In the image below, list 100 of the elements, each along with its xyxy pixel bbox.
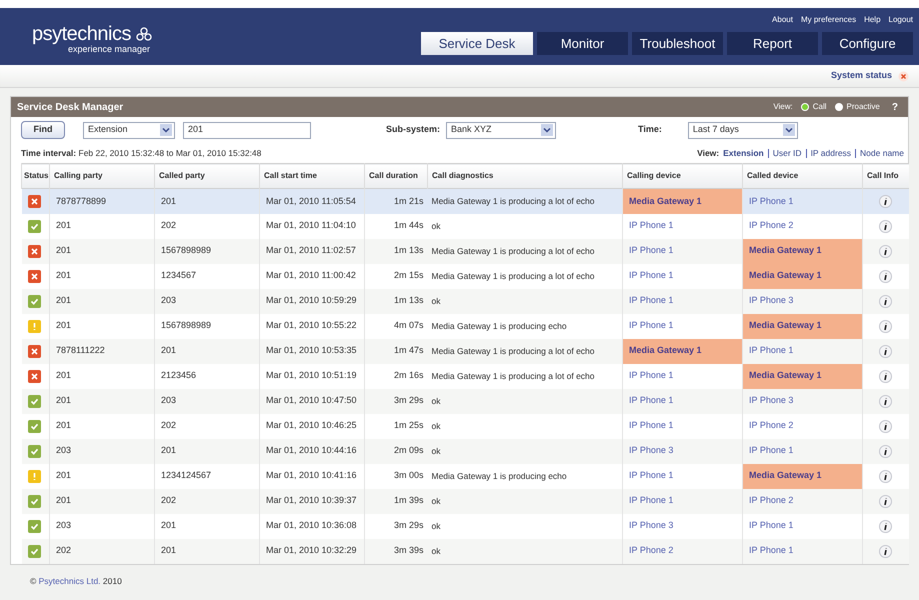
table-cell: 201 (50, 238, 154, 264)
table-cell[interactable]: IP Phone 2 (742, 414, 862, 438)
info-icon[interactable] (879, 394, 892, 408)
table-cell[interactable]: Media Gateway 1 (742, 464, 862, 488)
info-icon[interactable] (879, 470, 892, 482)
view-label: View: (697, 146, 720, 160)
table-cell[interactable]: IP Phone 1 (622, 314, 742, 338)
table-cell[interactable]: IP Phone 1 (742, 338, 862, 364)
info-icon[interactable] (879, 194, 892, 208)
table-cell: Mar 01, 2010 11:00:42 (260, 264, 364, 288)
table-cell[interactable]: IP Phone 1 (622, 364, 742, 388)
table-cell: 2m 15s (364, 264, 428, 288)
table-cell: 1m 13s (364, 238, 428, 264)
nav-tab[interactable]: Troubleshoot (632, 32, 723, 55)
view-radio[interactable]: Call (800, 101, 827, 113)
table-cell: Mar 01, 2010 10:39:37 (260, 488, 364, 514)
table-cell[interactable]: IP Phone 3 (622, 438, 742, 464)
company-link[interactable]: Psytechnics Ltd. (38, 576, 101, 586)
info-icon[interactable] (879, 220, 892, 232)
table-cell[interactable]: Media Gateway 1 (622, 338, 742, 364)
view-link[interactable]: IP address (810, 146, 852, 160)
info-icon[interactable] (879, 344, 892, 358)
table-cell[interactable]: IP Phone 1 (622, 288, 742, 314)
table-cell: 202 (154, 414, 260, 438)
info-icon[interactable] (879, 270, 892, 282)
system-status-link[interactable]: System status (830, 69, 892, 83)
table-cell: Media Gateway 1 is producing a lot of echo (428, 338, 622, 364)
table-cell[interactable]: IP Phone 1 (622, 238, 742, 264)
table-cell[interactable]: Media Gateway 1 (742, 238, 862, 264)
info-icon[interactable] (879, 320, 892, 332)
table-cell: Mar 01, 2010 10:53:35 (260, 338, 364, 364)
table-cell: 202 (154, 214, 260, 238)
table-cell: 201 (154, 338, 260, 364)
subsystem-select[interactable]: Bank XYZ (446, 122, 556, 138)
table-cell[interactable]: IP Phone 1 (742, 538, 862, 564)
info-icon[interactable] (879, 544, 892, 558)
table-cell[interactable]: Media Gateway 1 (622, 188, 742, 214)
find-button[interactable]: Find (21, 121, 65, 139)
info-icon[interactable] (879, 494, 892, 508)
close-icon[interactable] (898, 70, 909, 82)
table-cell[interactable]: Media Gateway 1 (742, 314, 862, 338)
table-cell[interactable]: IP Phone 1 (622, 488, 742, 514)
table-cell: 1567898989 (154, 314, 260, 338)
info-icon[interactable] (879, 294, 892, 308)
table-cell: 4m 07s (364, 314, 428, 338)
nav-tab[interactable]: Service Desk (421, 32, 533, 55)
table-cell: 201 (50, 288, 154, 314)
table-cell: ok (428, 514, 622, 538)
view-radio[interactable]: Proactive (834, 101, 880, 113)
view-link[interactable]: Node name (860, 146, 904, 160)
table-cell: Mar 01, 2010 11:05:54 (260, 188, 364, 214)
info-icon[interactable] (879, 370, 892, 382)
nav-tab[interactable]: Monitor (537, 32, 628, 55)
header-link[interactable]: Logout (888, 16, 913, 32)
table-cell: Media Gateway 1 is producing echo (428, 464, 622, 488)
view-link[interactable]: Extension (723, 146, 764, 160)
table-cell[interactable]: IP Phone 1 (622, 214, 742, 238)
search-type-select[interactable]: Extension (83, 122, 175, 138)
table-cell: 3m 00s (364, 464, 428, 488)
table-cell[interactable]: IP Phone 3 (742, 288, 862, 314)
table-cell[interactable]: IP Phone 1 (622, 264, 742, 288)
info-icon[interactable] (879, 520, 892, 532)
table-cell: 203 (50, 514, 154, 538)
table-cell[interactable]: IP Phone 2 (622, 538, 742, 564)
table-cell[interactable]: IP Phone 1 (622, 464, 742, 488)
table-cell: 1m 39s (364, 488, 428, 514)
table-cell: Mar 01, 2010 10:47:50 (260, 388, 364, 414)
table-cell[interactable]: IP Phone 1 (742, 188, 862, 214)
search-field[interactable]: 201 (183, 122, 311, 138)
table-cell[interactable]: Media Gateway 1 (742, 264, 862, 288)
table-cell[interactable]: IP Phone 1 (622, 414, 742, 438)
info-icon[interactable] (879, 444, 892, 458)
table-cell[interactable]: IP Phone 3 (742, 388, 862, 414)
info-icon[interactable] (879, 420, 892, 432)
table-cell[interactable]: Media Gateway 1 (742, 364, 862, 388)
table-cell[interactable]: IP Phone 3 (622, 514, 742, 538)
table-cell: 1m 47s (364, 338, 428, 364)
nav-tab[interactable]: Configure (822, 32, 913, 55)
table-cell: Mar 01, 2010 10:44:16 (260, 438, 364, 464)
view-link[interactable]: User ID (772, 146, 802, 160)
table-cell: ok (428, 438, 622, 464)
time-select[interactable]: Last 7 days (688, 122, 798, 138)
header-link[interactable]: Help (864, 16, 881, 32)
table-cell: 201 (50, 214, 154, 238)
header-link[interactable]: About (772, 16, 793, 32)
table-cell: 201 (50, 464, 154, 488)
nav-tab[interactable]: Report (727, 32, 818, 55)
table-cell: Mar 01, 2010 10:41:16 (260, 464, 364, 488)
table-cell[interactable]: IP Phone 2 (742, 488, 862, 514)
table-cell[interactable]: IP Phone 1 (622, 388, 742, 414)
table-cell[interactable]: IP Phone 1 (742, 514, 862, 538)
table-cell[interactable]: IP Phone 2 (742, 214, 862, 238)
table-cell: 201 (50, 388, 154, 414)
view-label: View: (773, 101, 793, 113)
header-link[interactable]: My preferences (800, 16, 856, 32)
table-cell[interactable]: IP Phone 1 (742, 438, 862, 464)
table-cell: Media Gateway 1 is producing a lot of echo (428, 364, 622, 388)
brand-name: psytechnics (32, 24, 131, 44)
help-icon[interactable]: ? (888, 100, 902, 114)
info-icon[interactable] (879, 244, 892, 258)
